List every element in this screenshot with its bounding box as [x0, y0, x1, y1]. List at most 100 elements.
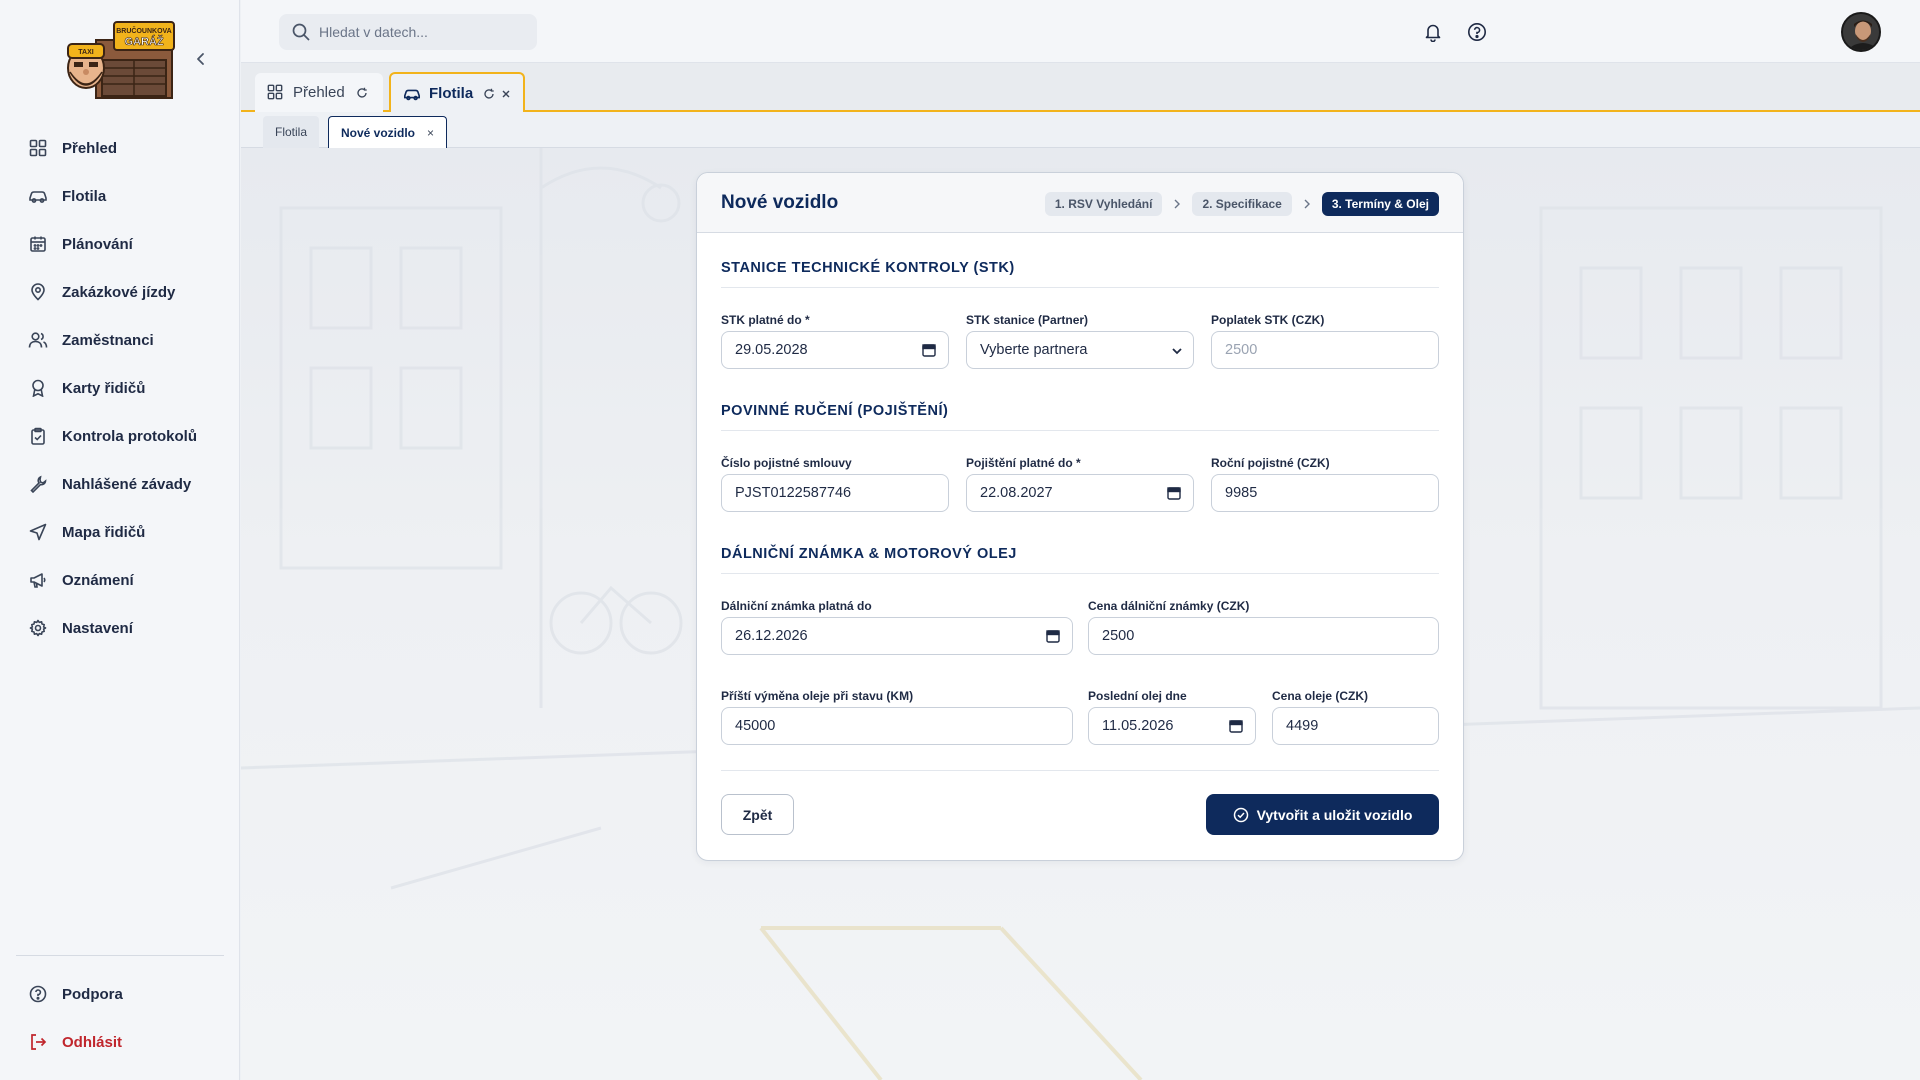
clipboard-check-icon — [28, 426, 48, 446]
field-value: 29.05.2028 — [735, 342, 808, 358]
stk-station-select[interactable]: Vyberte partnera — [966, 331, 1194, 369]
section-title-vignette-oil: DÁLNIČNÍ ZNÁMKA & MOTOROVÝ OLEJ — [721, 546, 1017, 562]
annual-premium-input[interactable]: 9985 — [1211, 474, 1439, 512]
sidebar-item-label: Odhlásit — [62, 1033, 123, 1051]
brand-logo[interactable]: BRUČOUNKOVA GARÁŽ TAXI — [64, 18, 176, 100]
search-icon — [291, 22, 311, 42]
sidebar-item-zamestnanci[interactable]: Zaměstnanci — [16, 316, 224, 364]
sidebar: BRUČOUNKOVA GARÁŽ TAXI Přehled Flotila P… — [0, 0, 240, 1080]
close-tab-icon[interactable] — [501, 87, 511, 101]
field-label: Příští výměna oleje při stavu (KM) — [721, 689, 914, 703]
search-input[interactable] — [319, 24, 519, 40]
tab-bar: Přehled Flotila — [241, 63, 1920, 113]
field-label: Pojištění platné do * — [966, 456, 1081, 470]
wrench-icon — [28, 474, 48, 494]
map-pin-icon — [28, 282, 48, 302]
sidebar-item-odhlasit[interactable]: Odhlásit — [16, 1018, 224, 1066]
tab-label: Přehled — [293, 84, 345, 101]
search-box[interactable] — [279, 14, 537, 50]
sidebar-item-mapa-ridicu[interactable]: Mapa řidičů — [16, 508, 224, 556]
footer-divider — [721, 770, 1439, 771]
vignette-valid-until-date-input[interactable]: 26.12.2026 — [721, 617, 1073, 655]
field-value: 2500 — [1102, 628, 1135, 644]
sidebar-item-nastaveni[interactable]: Nastavení — [16, 604, 224, 652]
tab-prehled[interactable]: Přehled — [255, 73, 383, 112]
logo-sign: TAXI — [78, 49, 93, 56]
close-subtab-icon[interactable]: × — [427, 126, 434, 140]
subtab-bar: Flotila Nové vozidlo × — [241, 112, 1920, 148]
create-save-vehicle-button[interactable]: Vytvořit a uložit vozidlo — [1206, 794, 1439, 835]
back-button[interactable]: Zpět — [721, 794, 794, 835]
sidebar-item-oznameni[interactable]: Oznámení — [16, 556, 224, 604]
help-circle-icon — [28, 984, 48, 1004]
sidebar-nav: Přehled Flotila Plánování Zakázkové jízd… — [16, 124, 224, 652]
policy-number-input[interactable]: PJST0122587746 — [721, 474, 949, 512]
next-oil-change-km-input[interactable]: 45000 — [721, 707, 1073, 745]
subtab-flotila[interactable]: Flotila — [263, 116, 320, 148]
sidebar-item-karty-ridicu[interactable]: Karty řidičů — [16, 364, 224, 412]
sidebar-item-label: Plánování — [62, 235, 133, 253]
collapse-sidebar-button[interactable] — [190, 48, 212, 70]
stk-fee-input[interactable]: 2500 — [1211, 331, 1439, 369]
field-label: STK platné do * — [721, 313, 810, 327]
sidebar-item-zakazkove-jizdy[interactable]: Zakázkové jízdy — [16, 268, 224, 316]
sidebar-item-label: Oznámení — [62, 571, 134, 589]
step-2[interactable]: 2. Specifikace — [1192, 192, 1292, 216]
field-value: 26.12.2026 — [735, 628, 808, 644]
sidebar-item-label: Zaměstnanci — [62, 331, 154, 349]
tab-flotila[interactable]: Flotila — [389, 72, 525, 113]
calendar-icon[interactable] — [1167, 486, 1181, 500]
sidebar-item-prehled[interactable]: Přehled — [16, 124, 224, 172]
refresh-icon[interactable] — [483, 87, 495, 101]
chevron-right-icon — [1292, 199, 1322, 209]
section-title-insurance: POVINNÉ RUČENÍ (POJIŠTĚNÍ) — [721, 403, 949, 419]
sidebar-item-label: Mapa řidičů — [62, 523, 146, 541]
field-value: 45000 — [735, 718, 776, 734]
stk-valid-until-date-input[interactable]: 29.05.2028 — [721, 331, 949, 369]
submit-label: Vytvořit a uložit vozidlo — [1256, 806, 1413, 823]
logo-text-top: BRUČOUNKOVA — [116, 26, 171, 35]
chevron-left-icon — [197, 53, 204, 65]
field-label: Dálniční známka platná do — [721, 599, 872, 613]
car-icon — [28, 186, 48, 206]
vignette-price-input[interactable]: 2500 — [1088, 617, 1439, 655]
sidebar-item-kontrola-protokolu[interactable]: Kontrola protokolů — [16, 412, 224, 460]
field-value: PJST0122587746 — [735, 485, 852, 501]
megaphone-icon — [28, 570, 48, 590]
logo-text-bottom: GARÁŽ — [124, 35, 163, 48]
sidebar-item-flotila[interactable]: Flotila — [16, 172, 224, 220]
sidebar-item-label: Nahlášené závady — [62, 475, 192, 493]
check-circle-icon — [1233, 807, 1249, 823]
notifications-button[interactable] — [1421, 20, 1445, 44]
new-vehicle-card: Nové vozidlo 1. RSV Vyhledání 2. Specifi… — [696, 172, 1464, 861]
calendar-icon[interactable] — [1046, 629, 1060, 643]
page-title: Nové vozidlo — [721, 192, 839, 213]
calendar-icon[interactable] — [1229, 719, 1243, 733]
sidebar-item-podpora[interactable]: Podpora — [16, 970, 224, 1018]
field-value: 22.08.2027 — [980, 485, 1053, 501]
calendar-icon[interactable] — [922, 343, 936, 357]
help-button[interactable] — [1465, 20, 1489, 44]
step-1[interactable]: 1. RSV Vyhledání — [1044, 192, 1163, 216]
subtab-nove-vozidlo[interactable]: Nové vozidlo × — [328, 116, 448, 148]
last-oil-date-input[interactable]: 11.05.2026 — [1088, 707, 1256, 745]
step-3[interactable]: 3. Termíny & Olej — [1321, 192, 1439, 216]
sidebar-item-planovani[interactable]: Plánování — [16, 220, 224, 268]
car-icon — [403, 85, 421, 103]
field-label: Poplatek STK (CZK) — [1211, 313, 1325, 327]
oil-price-input[interactable]: 4499 — [1272, 707, 1439, 745]
refresh-icon[interactable] — [355, 86, 369, 100]
sidebar-item-label: Přehled — [62, 139, 118, 157]
sidebar-item-label: Kontrola protokolů — [62, 427, 197, 445]
subtab-label: Flotila — [275, 125, 308, 139]
field-placeholder: 2500 — [1225, 342, 1258, 358]
tab-label: Flotila — [429, 85, 474, 102]
sidebar-item-label: Flotila — [62, 187, 107, 205]
sidebar-item-nahlasene-zavady[interactable]: Nahlášené závady — [16, 460, 224, 508]
insurance-valid-until-date-input[interactable]: 22.08.2027 — [966, 474, 1194, 512]
sidebar-item-label: Podpora — [62, 985, 123, 1003]
section-title-stk: STANICE TECHNICKÉ KONTROLY (STK) — [721, 260, 1015, 276]
user-avatar[interactable] — [1841, 12, 1881, 52]
section-divider — [721, 430, 1439, 431]
field-label: Cena dálniční známky (CZK) — [1088, 599, 1250, 613]
